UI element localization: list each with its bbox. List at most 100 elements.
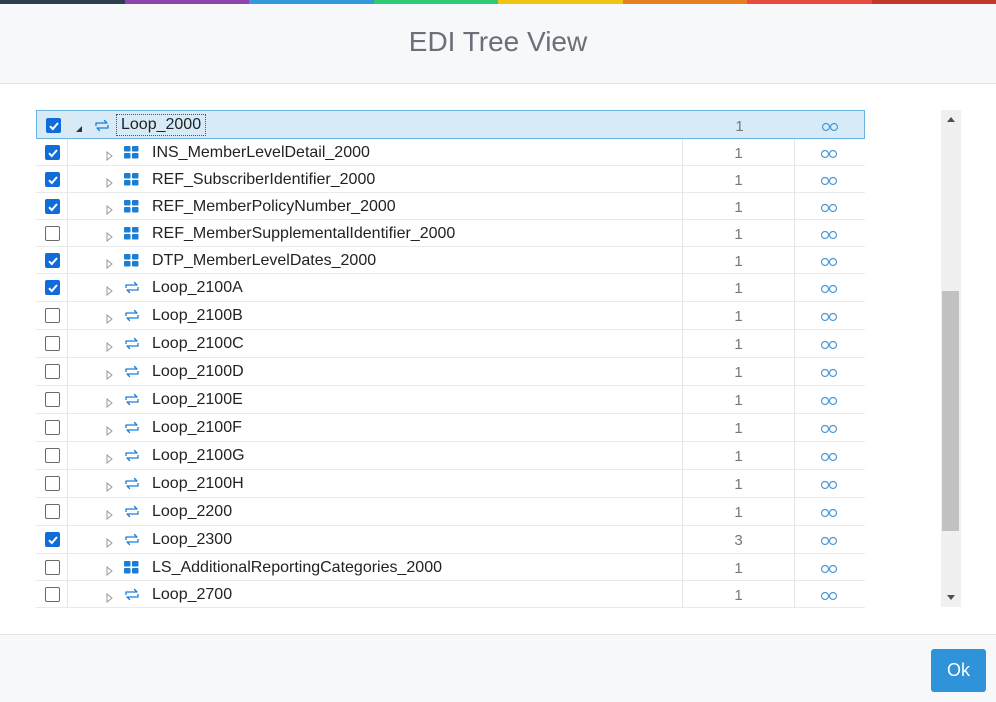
node-label[interactable]: REF_MemberPolicyNumber_2000 [152, 198, 396, 216]
row-checkbox[interactable] [45, 145, 60, 160]
view-glasses-icon[interactable] [820, 337, 838, 355]
view-glasses-icon[interactable] [820, 365, 838, 383]
expand-arrow-icon[interactable] [104, 590, 114, 604]
row-checkbox[interactable] [45, 280, 60, 295]
expand-arrow-icon[interactable] [104, 451, 114, 465]
expand-arrow-icon[interactable] [104, 339, 114, 353]
tree-row[interactable]: Loop_2100H 1 [36, 470, 865, 498]
row-checkbox[interactable] [45, 199, 60, 214]
expand-arrow-icon[interactable] [104, 202, 114, 216]
row-checkbox[interactable] [45, 532, 60, 547]
expand-arrow-icon[interactable] [104, 535, 114, 549]
row-checkbox[interactable] [45, 587, 60, 602]
expand-arrow-icon[interactable] [104, 423, 114, 437]
view-glasses-icon[interactable] [820, 421, 838, 439]
scrollbar-thumb[interactable] [942, 291, 959, 531]
collapse-arrow-icon[interactable] [74, 121, 84, 132]
node-label[interactable]: Loop_2100G [152, 447, 245, 465]
view-glasses-icon[interactable] [820, 200, 838, 218]
view-glasses-icon[interactable] [820, 477, 838, 495]
view-cell [795, 554, 865, 580]
node-label[interactable]: Loop_2300 [152, 531, 232, 549]
node-label[interactable]: Loop_2100A [152, 279, 243, 297]
tree-row[interactable]: Loop_2100B 1 [36, 302, 865, 330]
count-cell: 1 [683, 442, 795, 469]
row-checkbox[interactable] [45, 504, 60, 519]
node-label[interactable]: REF_SubscriberIdentifier_2000 [152, 171, 375, 189]
view-glasses-icon[interactable] [820, 533, 838, 551]
expand-arrow-icon[interactable] [104, 395, 114, 409]
node-label[interactable]: Loop_2100B [152, 307, 243, 325]
row-checkbox[interactable] [45, 560, 60, 575]
view-glasses-icon[interactable] [820, 173, 838, 191]
checkbox-cell [36, 193, 68, 219]
tree-row[interactable]: Loop_2100F 1 [36, 414, 865, 442]
view-glasses-icon[interactable] [820, 227, 838, 245]
tree-row[interactable]: REF_MemberPolicyNumber_2000 1 [36, 193, 865, 220]
expand-arrow-icon[interactable] [104, 256, 114, 270]
node-label[interactable]: Loop_2200 [152, 503, 232, 521]
row-checkbox[interactable] [45, 364, 60, 379]
node-label[interactable]: REF_MemberSupplementalIdentifier_2000 [152, 225, 455, 243]
node-label[interactable]: DTP_MemberLevelDates_2000 [152, 252, 376, 270]
segment-icon [123, 172, 140, 186]
expand-arrow-icon[interactable] [104, 311, 114, 325]
tree-row[interactable]: Loop_2100C 1 [36, 330, 865, 358]
row-checkbox[interactable] [45, 448, 60, 463]
tree-row[interactable]: REF_SubscriberIdentifier_2000 1 [36, 166, 865, 193]
view-glasses-icon[interactable] [820, 561, 838, 579]
node-label[interactable]: Loop_2100F [152, 419, 242, 437]
tree-row[interactable]: Loop_2100G 1 [36, 442, 865, 470]
view-glasses-icon[interactable] [820, 393, 838, 411]
view-glasses-icon[interactable] [820, 146, 838, 164]
node-label[interactable]: INS_MemberLevelDetail_2000 [152, 144, 370, 162]
row-checkbox[interactable] [46, 118, 61, 133]
node-label[interactable]: Loop_2100D [152, 363, 244, 381]
node-label[interactable]: Loop_2000 [116, 114, 207, 136]
loop-icon [123, 364, 140, 378]
row-checkbox[interactable] [45, 392, 60, 407]
tree-row[interactable]: Loop_2000 1 [36, 110, 865, 139]
tree-row[interactable]: LS_AdditionalReportingCategories_2000 1 [36, 554, 865, 581]
expand-arrow-icon[interactable] [104, 367, 114, 381]
expand-arrow-icon[interactable] [104, 507, 114, 521]
view-glasses-icon[interactable] [820, 449, 838, 467]
expand-arrow-icon[interactable] [104, 563, 114, 577]
view-glasses-icon[interactable] [821, 119, 839, 137]
node-label[interactable]: Loop_2700 [152, 586, 232, 604]
expand-arrow-icon[interactable] [104, 283, 114, 297]
tree-row[interactable]: Loop_2300 3 [36, 526, 865, 554]
row-checkbox[interactable] [45, 336, 60, 351]
vertical-scrollbar[interactable] [941, 110, 961, 607]
expand-arrow-icon[interactable] [104, 148, 114, 162]
tree-row[interactable]: Loop_2100E 1 [36, 386, 865, 414]
node-label[interactable]: Loop_2100E [152, 391, 243, 409]
row-checkbox[interactable] [45, 253, 60, 268]
tree-row[interactable]: Loop_2200 1 [36, 498, 865, 526]
row-checkbox[interactable] [45, 476, 60, 491]
scroll-down-arrow-icon[interactable] [941, 587, 961, 607]
node-label[interactable]: Loop_2100C [152, 335, 244, 353]
row-checkbox[interactable] [45, 226, 60, 241]
tree-row[interactable]: REF_MemberSupplementalIdentifier_2000 1 [36, 220, 865, 247]
scroll-up-arrow-icon[interactable] [941, 110, 961, 130]
tree-row[interactable]: Loop_2100D 1 [36, 358, 865, 386]
tree-row[interactable]: Loop_2700 1 [36, 581, 865, 608]
node-label[interactable]: Loop_2100H [152, 475, 244, 493]
view-glasses-icon[interactable] [820, 588, 838, 606]
expand-arrow-icon[interactable] [104, 479, 114, 493]
node-label[interactable]: LS_AdditionalReportingCategories_2000 [152, 559, 442, 577]
tree-row[interactable]: INS_MemberLevelDetail_2000 1 [36, 139, 865, 166]
row-checkbox[interactable] [45, 308, 60, 323]
row-checkbox[interactable] [45, 420, 60, 435]
view-glasses-icon[interactable] [820, 281, 838, 299]
view-glasses-icon[interactable] [820, 309, 838, 327]
view-glasses-icon[interactable] [820, 505, 838, 523]
view-glasses-icon[interactable] [820, 254, 838, 272]
expand-arrow-icon[interactable] [104, 175, 114, 189]
ok-button[interactable]: Ok [931, 649, 986, 692]
tree-row[interactable]: DTP_MemberLevelDates_2000 1 [36, 247, 865, 274]
expand-arrow-icon[interactable] [104, 229, 114, 243]
tree-row[interactable]: Loop_2100A 1 [36, 274, 865, 302]
row-checkbox[interactable] [45, 172, 60, 187]
